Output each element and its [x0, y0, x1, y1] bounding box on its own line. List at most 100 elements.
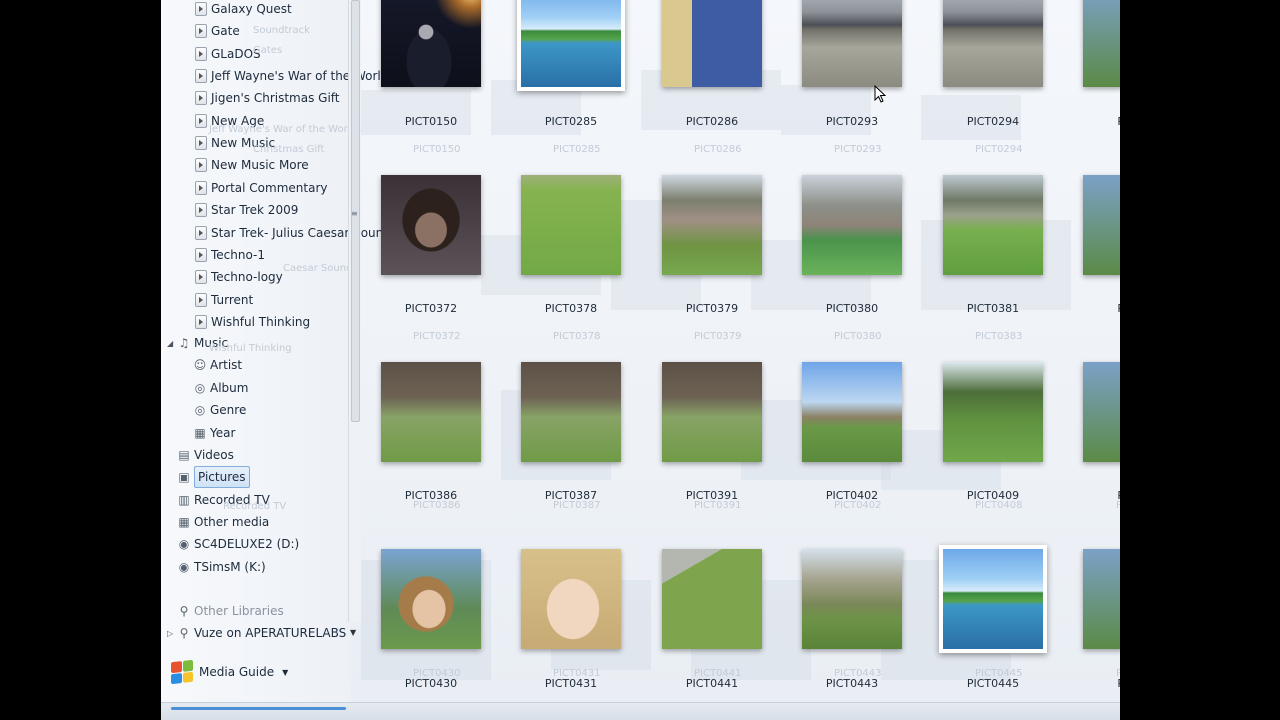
playlist-icon [195, 247, 207, 262]
sidebar-item-pictures[interactable]: ▣ Pictures [177, 466, 250, 489]
playlist-item[interactable]: GLaDOS [195, 44, 261, 64]
playlist-item[interactable]: Techno-1 [195, 245, 265, 265]
media-guide-label: Media Guide [199, 665, 275, 679]
photo-thumbnail[interactable] [662, 549, 762, 649]
photo-thumbnail[interactable] [802, 549, 902, 649]
playlist-item[interactable]: New Music More [195, 155, 309, 175]
reflection-text: Wishful Thinking [209, 343, 292, 354]
disc-icon: ◉ [178, 559, 190, 574]
sidebar-item-tsimsm-k[interactable]: ◉ TSimsM (K:) [177, 557, 266, 577]
photo-thumbnail[interactable] [1083, 549, 1120, 649]
playlist-item[interactable]: Portal Commentary [195, 178, 327, 198]
sidebar-item-videos-label: Videos [194, 448, 234, 462]
playlist-item[interactable]: Wishful Thinking [195, 312, 310, 332]
sidebar-item-year[interactable]: ▦ Year [193, 423, 235, 443]
reflection-text: PICT0379 [694, 331, 742, 342]
sidebar-item-genre-label: Genre [210, 403, 247, 417]
playlist-item[interactable]: Gate [195, 21, 240, 41]
playlist-icon [195, 158, 207, 173]
playlist-item-label: Portal Commentary [211, 180, 328, 195]
playlist-item[interactable]: Jigen's Christmas Gift [195, 88, 340, 108]
reflection-text: Recorded TV [223, 501, 287, 512]
photo-name: PICT0 [1063, 489, 1120, 502]
photo-thumbnail[interactable] [802, 362, 902, 462]
playlist-item[interactable]: Techno-logy [195, 267, 283, 287]
sidebar-item-videos[interactable]: ▤ Videos [177, 445, 234, 465]
photo-name: PICT0443 [825, 677, 879, 690]
photo-thumbnail[interactable] [381, 362, 481, 462]
playlist-icon [195, 136, 207, 151]
photo-name: PICT0386 [404, 489, 458, 502]
reflection-text: Christmas Gift [253, 144, 325, 155]
album-icon: ◎ [194, 380, 206, 395]
sidebar-item-pictures-label: Pictures [194, 466, 250, 489]
photo-thumbnail[interactable] [939, 545, 1047, 653]
photo-tile[interactable]: PICT0430 [361, 0, 491, 690]
playlist-item-label: Techno-logy [211, 270, 283, 285]
chevron-down-icon[interactable]: ▼ [282, 668, 288, 677]
sidebar-item-tsimsm-k-label: TSimsM (K:) [194, 559, 266, 574]
sidebar-item-other-libraries[interactable]: ⚲ Other Libraries [177, 601, 284, 621]
playlist-icon [195, 113, 207, 128]
photo-tile[interactable]: PICT0 [1063, 0, 1120, 690]
expand-vuze-icon[interactable]: ▷ [167, 629, 173, 638]
photo-thumbnail[interactable] [943, 362, 1043, 462]
sidebar-item-other-media-label: Other media [194, 514, 270, 529]
playlist-item-label: New Music More [211, 158, 309, 173]
other-libraries-icon: ⚲ [179, 604, 189, 618]
sidebar-item-vuze-label: Vuze on APERATURELABS [194, 626, 347, 640]
scroll-down-arrow-icon[interactable]: ▼ [350, 628, 356, 637]
playlist-item-label: Jigen's Christmas Gift [211, 91, 340, 106]
sidebar-item-genre[interactable]: ◎ Genre [193, 400, 247, 420]
playlist-item[interactable]: Galaxy Quest [195, 0, 292, 19]
playlist-icon [195, 69, 207, 84]
genre-icon: ◎ [194, 403, 206, 417]
year-icon: ▦ [194, 425, 206, 440]
media-player-window: Galaxy Quest Gate GLaDOS Jeff Wayne's War o… [161, 0, 1120, 720]
playlist-item[interactable]: Star Trek 2009 [195, 200, 298, 220]
disc-icon: ◉ [178, 537, 190, 552]
playlist-item[interactable]: Turrent [195, 290, 253, 310]
reflection-text: PICT0378 [553, 331, 601, 342]
seek-progress[interactable] [171, 707, 346, 710]
photo-name: PICT0381 [966, 302, 1020, 315]
reflection-text: Caesar Sound [283, 263, 353, 274]
sidebar-item-sc4deluxe2-d[interactable]: ◉ SC4DELUXE2 (D:) [177, 534, 299, 554]
sidebar-item-vuze[interactable]: ⚲ Vuze on APERATURELABS [177, 623, 347, 643]
sidebar-item-album[interactable]: ◎ Album [193, 378, 249, 398]
photo-name: PICT0372 [404, 302, 458, 315]
network-library-icon: ⚲ [179, 626, 189, 640]
playback-controls-bar [161, 702, 1120, 720]
photo-thumbnail[interactable] [521, 362, 621, 462]
photo-name: PICT0430 [404, 677, 458, 690]
photo-thumbnail[interactable] [662, 175, 762, 275]
navigation-scrollbar[interactable]: ≡ ▼ [348, 0, 361, 637]
photo-name: PICT0380 [825, 302, 879, 315]
photo-thumbnail[interactable] [943, 175, 1043, 275]
playlist-item-label: Techno-1 [211, 247, 266, 262]
photo-name: PICT0378 [544, 302, 598, 315]
playlist-icon [195, 203, 207, 218]
sidebar-item-artist[interactable]: ☺ Artist [193, 355, 242, 375]
photo-thumbnail[interactable] [802, 175, 902, 275]
sidebar-item-other-libraries-label: Other Libraries [194, 604, 284, 618]
photo-name: PICT0387 [544, 489, 598, 502]
photo-thumbnail[interactable] [521, 549, 621, 649]
photo-tile[interactable]: PICT0445 [923, 0, 1053, 690]
expand-music-icon[interactable]: ◢ [167, 339, 173, 348]
photo-thumbnail[interactable] [662, 362, 762, 462]
media-guide-button[interactable]: Media Guide ▼ [171, 659, 288, 685]
photo-thumbnail[interactable] [1083, 175, 1120, 275]
photo-thumbnail[interactable] [521, 175, 621, 275]
photo-tile[interactable]: PICT0431 [501, 0, 631, 690]
reflection-text: PICT0372 [413, 331, 461, 342]
photo-thumbnail[interactable] [381, 549, 481, 649]
other-media-icon: ▦ [178, 514, 190, 529]
playlist-icon [195, 292, 207, 307]
photo-thumbnail[interactable] [1083, 362, 1120, 462]
photo-name: PICT0379 [685, 302, 739, 315]
sidebar-item-other-media[interactable]: ▦ Other media [177, 512, 269, 532]
photo-thumbnail[interactable] [381, 175, 481, 275]
photo-tile[interactable]: PICT0441 [642, 0, 772, 690]
photo-tile[interactable]: PICT0443 [782, 0, 912, 690]
